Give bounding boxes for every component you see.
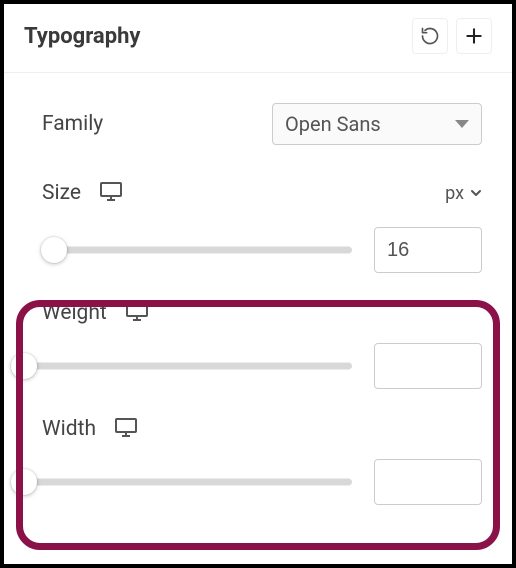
panel-content: Family Open Sans Size px xyxy=(4,73,512,525)
size-label: Size xyxy=(42,181,81,205)
weight-label: Weight xyxy=(42,301,107,325)
typography-panel: Typography Family Open Sans xyxy=(0,0,516,568)
desktop-icon[interactable] xyxy=(125,301,149,325)
weight-control xyxy=(24,343,482,389)
width-slider[interactable] xyxy=(24,470,352,494)
family-row: Family Open Sans xyxy=(42,103,482,145)
panel-header: Typography xyxy=(4,4,512,73)
family-label: Family xyxy=(42,112,162,136)
weight-row: Weight xyxy=(42,301,482,389)
weight-value-input[interactable] xyxy=(374,343,482,389)
size-unit-value: px xyxy=(445,183,464,204)
size-slider[interactable] xyxy=(42,238,352,262)
width-label: Width xyxy=(42,417,96,441)
desktop-icon[interactable] xyxy=(99,181,123,205)
family-select[interactable]: Open Sans xyxy=(272,103,482,145)
family-select-value: Open Sans xyxy=(285,112,381,136)
width-row: Width xyxy=(42,417,482,505)
chevron-down-icon xyxy=(470,187,482,199)
width-control xyxy=(24,459,482,505)
weight-slider[interactable] xyxy=(24,354,352,378)
chevron-down-icon xyxy=(455,120,469,128)
size-row: Size px xyxy=(42,181,482,205)
header-actions xyxy=(412,18,492,54)
plus-icon xyxy=(464,26,484,46)
size-control xyxy=(42,227,482,273)
panel-title: Typography xyxy=(24,24,140,49)
size-value-input[interactable] xyxy=(374,227,482,273)
desktop-icon[interactable] xyxy=(114,417,138,441)
reset-button[interactable] xyxy=(412,18,448,54)
reset-icon xyxy=(420,26,440,46)
width-value-input[interactable] xyxy=(374,459,482,505)
size-unit-select[interactable]: px xyxy=(445,183,482,204)
add-button[interactable] xyxy=(456,18,492,54)
